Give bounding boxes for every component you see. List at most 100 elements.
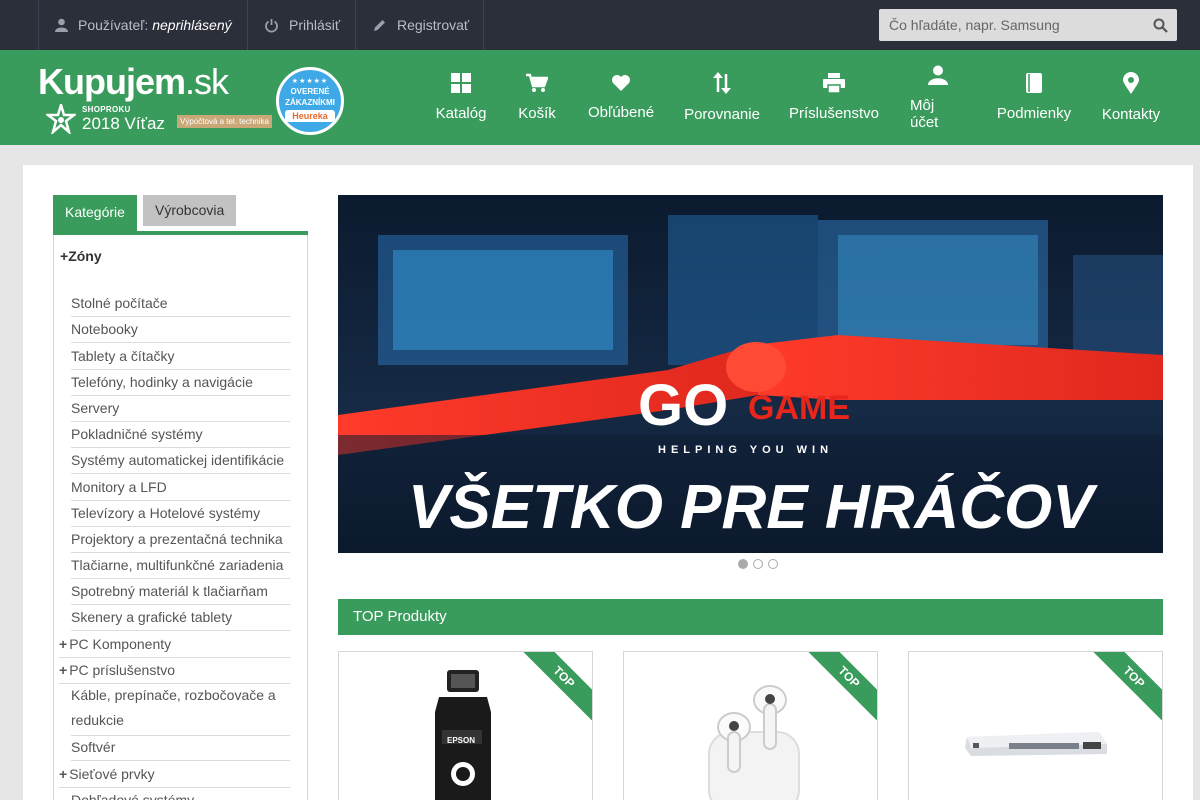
top-bar: Používateľ: neprihlásený Prihlásiť Regis… bbox=[0, 0, 1200, 50]
banner-tagline: HELPING YOU WIN bbox=[658, 444, 833, 456]
badge-line2: ZÁKAZNÍKMI bbox=[285, 98, 335, 107]
logo-domain: .sk bbox=[185, 61, 229, 102]
category-label: PC príslušenstvo bbox=[69, 662, 176, 678]
user-icon bbox=[55, 18, 68, 32]
grid-icon bbox=[451, 73, 471, 93]
category-item[interactable]: Káble, prepínače, rozbočovače a redukcie bbox=[71, 683, 290, 736]
nav-moj-ucet[interactable]: Môj účet bbox=[910, 50, 966, 145]
badge-stars-icon: ★★★★★ bbox=[291, 78, 329, 85]
category-item[interactable]: Telefóny, hodinky a navigácie bbox=[71, 369, 290, 396]
user-label: Používateľ: bbox=[78, 17, 149, 33]
heureka-badge[interactable]: ★★★★★ OVERENÉ ZÁKAZNÍKMI Heureka bbox=[276, 67, 344, 135]
category-item[interactable]: Monitory a LFD bbox=[71, 474, 290, 501]
expand-plus-icon: + bbox=[60, 248, 69, 264]
heart-icon bbox=[612, 75, 630, 91]
power-icon bbox=[265, 18, 278, 32]
product-card[interactable]: TOP EPSON bbox=[338, 651, 593, 800]
zone-heading[interactable]: +Zóny bbox=[60, 248, 102, 264]
banner-headline: VŠETKO PRE HRÁČOV bbox=[408, 473, 1098, 542]
nav-label: Obľúbené bbox=[587, 104, 655, 121]
banner-brand-game: GAME bbox=[748, 389, 850, 427]
search-button[interactable] bbox=[1143, 9, 1177, 41]
nav-label: Príslušenstvo bbox=[788, 105, 880, 122]
carousel-dot[interactable] bbox=[768, 559, 778, 569]
award-text: 2018 Víťaz bbox=[82, 114, 165, 133]
category-item-expandable[interactable]: + PC príslušenstvo bbox=[59, 657, 290, 684]
product-card[interactable]: TOP bbox=[908, 651, 1163, 800]
login-link[interactable]: Prihlásiť bbox=[247, 0, 355, 50]
category-item[interactable]: Notebooky bbox=[71, 316, 290, 343]
login-label: Prihlásiť bbox=[289, 17, 341, 33]
category-item[interactable]: Softvér bbox=[71, 734, 290, 761]
category-item[interactable]: Dohľadové systémy bbox=[71, 787, 290, 800]
user-icon bbox=[928, 65, 948, 85]
ribbon-label: TOP bbox=[522, 652, 592, 721]
category-item[interactable]: Servery bbox=[71, 395, 290, 422]
category-item[interactable]: Tablety a čítačky bbox=[71, 343, 290, 370]
search-icon bbox=[1153, 18, 1168, 33]
promo-banner[interactable]: GO GAME HELPING YOU WIN VŠETKO PRE HRÁČO… bbox=[338, 195, 1163, 553]
product-card[interactable]: TOP bbox=[623, 651, 878, 800]
category-item[interactable]: Tlačiarne, multifunkčné zariadenia bbox=[71, 552, 290, 579]
expand-plus-icon: + bbox=[59, 766, 68, 782]
category-item[interactable]: Projektory a prezentačná technika bbox=[71, 526, 290, 553]
zone-heading-label: Zóny bbox=[68, 248, 102, 264]
award-star-icon bbox=[46, 104, 76, 134]
top-products-heading: TOP Produkty bbox=[338, 599, 1163, 635]
award-small: SHOPROKU bbox=[82, 105, 131, 114]
search-input[interactable] bbox=[879, 9, 1143, 41]
book-icon bbox=[1026, 73, 1042, 93]
printer-icon bbox=[823, 73, 845, 93]
user-status-value: neprihlásený bbox=[152, 17, 232, 33]
register-label: Registrovať bbox=[397, 17, 470, 33]
category-item-expandable[interactable]: + PC Komponenty bbox=[59, 631, 290, 658]
pencil-icon bbox=[374, 19, 385, 31]
nav-label: Podmienky bbox=[996, 105, 1072, 122]
nav-label: Porovnanie bbox=[684, 106, 760, 123]
register-link[interactable]: Registrovať bbox=[355, 0, 484, 50]
nav-label: Kontakty bbox=[1101, 106, 1161, 123]
category-item[interactable]: Pokladničné systémy bbox=[71, 421, 290, 448]
tab-manufacturers[interactable]: Výrobcovia bbox=[143, 195, 237, 226]
nav-label: Košík bbox=[518, 105, 556, 122]
nav-prislusenstvo[interactable]: Príslušenstvo bbox=[788, 50, 880, 145]
category-item[interactable]: Stolné počítače bbox=[71, 290, 290, 317]
category-item[interactable]: Systémy automatickej identifikácie bbox=[71, 447, 290, 474]
carousel-dot[interactable] bbox=[753, 559, 763, 569]
banner-brand-go: GO bbox=[638, 373, 728, 438]
category-item-expandable[interactable]: + Sieťové prvky bbox=[59, 761, 290, 788]
svg-text:EPSON: EPSON bbox=[447, 736, 475, 745]
ribbon-label: TOP bbox=[807, 652, 877, 721]
nav-label: Môj účet bbox=[910, 96, 939, 131]
ribbon-label: TOP bbox=[1092, 652, 1162, 721]
top-ribbon: TOP bbox=[1092, 652, 1162, 722]
award-category: Výpočtová a tel. technika bbox=[177, 115, 272, 128]
site-logo[interactable]: Kupujem.sk bbox=[38, 61, 229, 102]
nav-kosik[interactable]: Košík bbox=[518, 50, 556, 145]
badge-brand: Heureka bbox=[285, 110, 335, 122]
badge-line1: OVERENÉ bbox=[290, 87, 330, 96]
category-item[interactable]: Televízory a Hotelové systémy bbox=[71, 500, 290, 527]
tab-categories[interactable]: Kategórie bbox=[53, 195, 137, 231]
top-ribbon: TOP bbox=[522, 652, 592, 722]
shop-award: SHOPROKU 2018 Víťaz bbox=[46, 104, 165, 134]
search-box bbox=[879, 9, 1177, 41]
category-label: Sieťové prvky bbox=[69, 766, 155, 782]
category-item[interactable]: Skenery a grafické tablety bbox=[71, 604, 290, 631]
user-status: Používateľ: neprihlásený bbox=[38, 0, 247, 50]
expand-plus-icon: + bbox=[59, 636, 68, 652]
banner-image: GO GAME HELPING YOU WIN VŠETKO PRE HRÁČO… bbox=[338, 195, 1163, 553]
cart-icon bbox=[526, 73, 548, 92]
top-ribbon: TOP bbox=[807, 652, 877, 722]
nav-oblubene[interactable]: Obľúbené bbox=[587, 50, 655, 145]
location-icon bbox=[1123, 72, 1139, 94]
category-item[interactable]: Spotrebný materiál k tlačiarňam bbox=[71, 578, 290, 605]
carousel-dot[interactable] bbox=[738, 559, 748, 569]
carousel-dots bbox=[738, 559, 783, 569]
nav-katalog[interactable]: Katalóg bbox=[436, 50, 486, 145]
category-label: PC Komponenty bbox=[69, 636, 172, 652]
nav-porovnanie[interactable]: Porovnanie bbox=[684, 50, 760, 145]
compare-icon bbox=[713, 72, 731, 94]
nav-podmienky[interactable]: Podmienky bbox=[996, 50, 1072, 145]
nav-kontakty[interactable]: Kontakty bbox=[1102, 50, 1160, 145]
